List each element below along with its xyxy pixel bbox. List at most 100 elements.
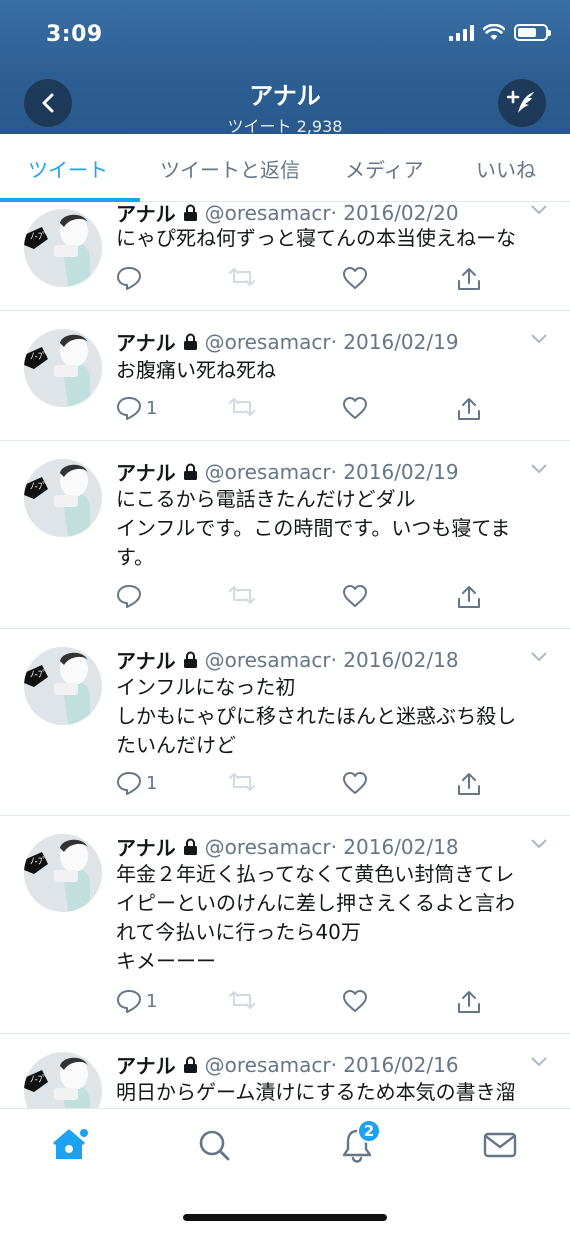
- retweet-icon: [229, 773, 255, 791]
- chevron-down-icon[interactable]: [530, 651, 548, 663]
- tab-likes[interactable]: いいね: [476, 154, 536, 183]
- tweet-author-handle[interactable]: @oresamacr: [205, 1053, 331, 1077]
- share-icon: [458, 398, 480, 420]
- avatar[interactable]: ﾉ-ﾌﾟ: [24, 209, 102, 287]
- status-icons: [449, 24, 551, 41]
- retweet-button: [228, 584, 256, 606]
- share-icon: [458, 991, 480, 1013]
- like-button[interactable]: [342, 989, 368, 1013]
- lock-icon: [183, 651, 197, 668]
- retweet-button: [228, 989, 256, 1011]
- share-icon: [458, 268, 480, 290]
- share-button[interactable]: [456, 396, 482, 422]
- nav-home[interactable]: [50, 1125, 90, 1165]
- tab-media[interactable]: メディア: [345, 154, 424, 183]
- tweet-author-handle[interactable]: @oresamacr: [205, 835, 331, 859]
- tweet-item[interactable]: ﾉ-ﾌﾟ アナル @oresamacr · 2016/02/16 明日からゲーム…: [0, 1034, 570, 1108]
- home-icon: [53, 1129, 88, 1159]
- reply-count: 1: [146, 772, 158, 794]
- compose-tweet-button[interactable]: [498, 79, 546, 127]
- tweet-header: アナル @oresamacr · 2016/02/19: [116, 327, 459, 356]
- lock-icon: [183, 333, 197, 350]
- heart-icon: [343, 772, 367, 794]
- avatar[interactable]: ﾉ-ﾌﾟ: [24, 1052, 102, 1108]
- tweet-author-name[interactable]: アナル: [116, 327, 176, 356]
- heart-icon: [343, 267, 367, 289]
- tweet-author-name[interactable]: アナル: [116, 832, 176, 861]
- tweet-item[interactable]: ﾉ-ﾌﾟ アナル @oresamacr · 2016/02/18 年金２年近く払…: [0, 816, 570, 1034]
- chevron-down-icon[interactable]: [530, 333, 548, 345]
- lock-icon: [183, 838, 197, 855]
- tweet-text-line: しかもにゃぴに移されたほんと迷惑ぶち殺し: [116, 704, 517, 728]
- tweet-text-line: れて今払いに行ったら40万: [116, 920, 361, 944]
- like-button[interactable]: [342, 771, 368, 795]
- reply-button[interactable]: 1: [116, 771, 157, 795]
- tab-tweets[interactable]: ツイート: [28, 154, 108, 183]
- tweet-text-line: インフルです。この時間です。いつも寝てま: [116, 516, 511, 540]
- avatar[interactable]: ﾉ-ﾌﾟ: [24, 329, 102, 407]
- tweet-actions: [116, 266, 486, 296]
- reply-icon: [117, 397, 141, 420]
- tweet-author-handle[interactable]: @oresamacr: [205, 330, 331, 354]
- retweet-button: [228, 771, 256, 793]
- reply-count: 1: [146, 397, 158, 419]
- share-button[interactable]: [456, 771, 482, 797]
- chevron-down-icon[interactable]: [530, 463, 548, 475]
- svg-text:ﾉ-ﾌﾟ: ﾉ-ﾌﾟ: [30, 669, 47, 680]
- nav-notifications[interactable]: 2: [337, 1119, 381, 1165]
- reply-button[interactable]: 1: [116, 396, 157, 420]
- tab-tweets-and-replies[interactable]: ツイートと返信: [160, 154, 300, 183]
- tweet-author-handle[interactable]: @oresamacr: [205, 648, 331, 672]
- share-button[interactable]: [456, 266, 482, 292]
- tweet-actions: 1: [116, 771, 486, 801]
- tweet-header: アナル @oresamacr · 2016/02/20: [116, 198, 459, 227]
- tweet-feed[interactable]: ﾉ-ﾌﾟ アナル @oresamacr · 2016/02/20 にゃぴ死ね何ず…: [0, 196, 570, 1108]
- like-button[interactable]: [342, 396, 368, 420]
- tweet-text: インフルになった初 しかもにゃぴに移されたほんと迷惑ぶち殺し たいんだけど: [116, 673, 556, 760]
- signal-icon: [449, 24, 474, 41]
- tweet-text: にこるから電話きたんだけどダル インフルです。この時間です。いつも寝てま す。: [116, 485, 556, 572]
- tweet-author-name[interactable]: アナル: [116, 645, 176, 674]
- avatar[interactable]: ﾉ-ﾌﾟ: [24, 647, 102, 725]
- nav-search[interactable]: [194, 1125, 234, 1165]
- mail-icon: [483, 1132, 517, 1158]
- reply-button[interactable]: [116, 584, 146, 608]
- share-button[interactable]: [456, 584, 482, 610]
- chevron-down-icon[interactable]: [530, 204, 548, 216]
- chevron-down-icon[interactable]: [530, 838, 548, 850]
- avatar[interactable]: ﾉ-ﾌﾟ: [24, 834, 102, 912]
- nav-messages[interactable]: [480, 1125, 520, 1165]
- reply-button[interactable]: [116, 266, 146, 290]
- tweet-item[interactable]: ﾉ-ﾌﾟ アナル @oresamacr · 2016/02/19 お腹痛い死ね死…: [0, 311, 570, 441]
- tweet-header: アナル @oresamacr · 2016/02/19: [116, 457, 459, 486]
- reply-button[interactable]: 1: [116, 989, 157, 1013]
- reply-icon: [117, 267, 141, 290]
- chevron-down-icon[interactable]: [530, 1056, 548, 1068]
- home-indicator[interactable]: [183, 1214, 387, 1221]
- tweet-text-line: にゃぴ死ね何ずっと寝てんの本当使えねーな: [116, 226, 516, 250]
- avatar[interactable]: ﾉ-ﾌﾟ: [24, 459, 102, 537]
- tweet-actions: [116, 584, 486, 614]
- svg-text:ﾉ-ﾌﾟ: ﾉ-ﾌﾟ: [30, 856, 47, 867]
- tweet-item[interactable]: ﾉ-ﾌﾟ アナル @oresamacr · 2016/02/19 にこるから電話…: [0, 441, 570, 629]
- retweet-button: [228, 266, 256, 288]
- like-button[interactable]: [342, 266, 368, 290]
- tweet-header: アナル @oresamacr · 2016/02/16: [116, 1050, 459, 1079]
- tweet-text-line: 年金２年近く払ってなくて黄色い封筒きてレ: [116, 862, 515, 886]
- tweet-author-name[interactable]: アナル: [116, 198, 176, 227]
- tweet-item[interactable]: ﾉ-ﾌﾟ アナル @oresamacr · 2016/02/20 にゃぴ死ね何ず…: [0, 196, 570, 311]
- tweet-author-name[interactable]: アナル: [116, 457, 176, 486]
- share-icon: [458, 586, 480, 608]
- tweet-text-line: インフルになった初: [116, 675, 296, 699]
- svg-text:ﾉ-ﾌﾟ: ﾉ-ﾌﾟ: [30, 481, 47, 492]
- svg-text:ﾉ-ﾌﾟ: ﾉ-ﾌﾟ: [30, 1074, 47, 1085]
- tweet-item[interactable]: ﾉ-ﾌﾟ アナル @oresamacr · 2016/02/18 インフルになっ…: [0, 629, 570, 816]
- tweet-author-handle[interactable]: @oresamacr: [205, 201, 331, 225]
- tweet-date: · 2016/02/16: [330, 1052, 459, 1077]
- tweet-author-name[interactable]: アナル: [116, 1050, 176, 1079]
- retweet-icon: [229, 268, 255, 286]
- share-button[interactable]: [456, 989, 482, 1015]
- tweet-author-handle[interactable]: @oresamacr: [205, 460, 331, 484]
- like-button[interactable]: [342, 584, 368, 608]
- tweet-date: · 2016/02/19: [330, 329, 459, 354]
